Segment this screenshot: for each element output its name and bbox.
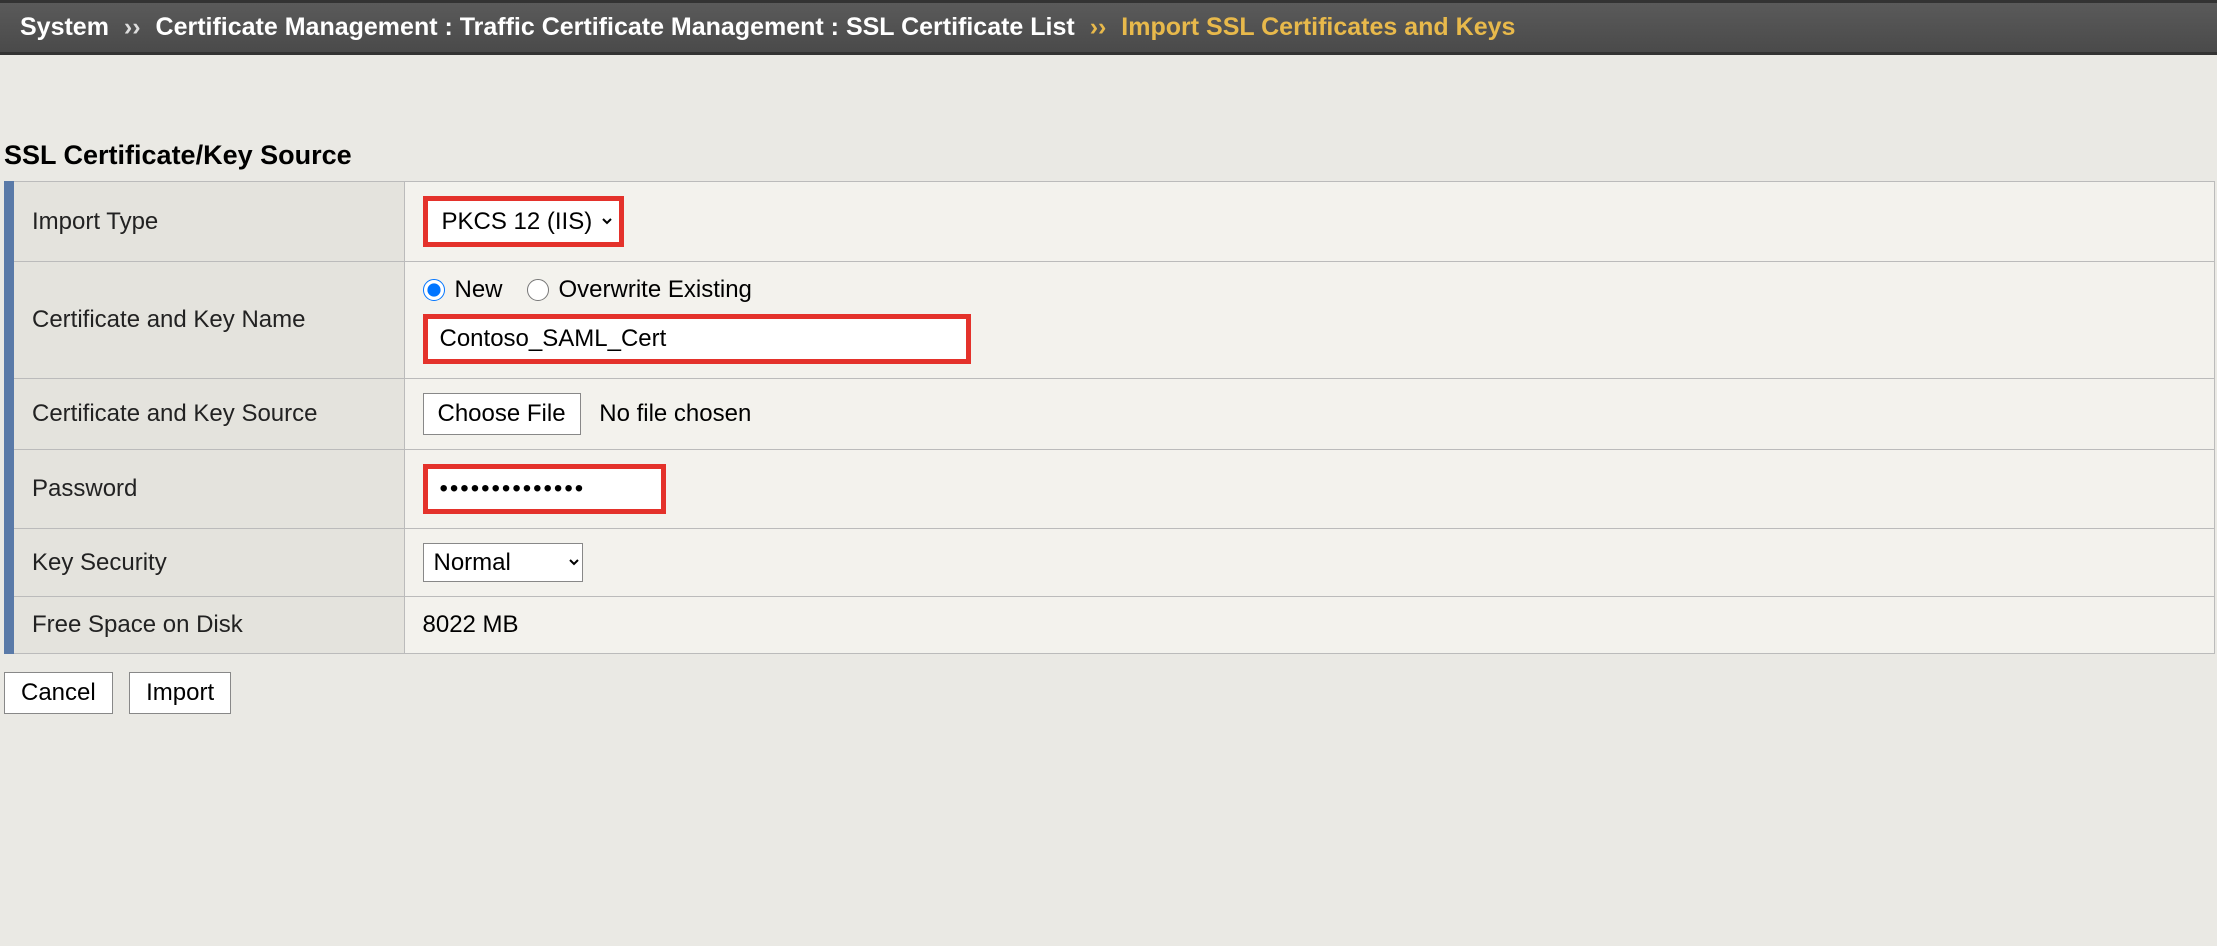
highlight-import-type: PKCS 12 (IIS) (423, 196, 624, 247)
breadcrumb-separator: ›› (1090, 13, 1107, 41)
radio-new[interactable] (423, 279, 445, 301)
section-title: SSL Certificate/Key Source (4, 140, 2217, 171)
highlight-cert-name (423, 314, 971, 364)
breadcrumb-path[interactable]: Certificate Management : Traffic Certifi… (156, 13, 1075, 41)
breadcrumb: System ›› Certificate Management : Traff… (0, 0, 2217, 55)
highlight-password (423, 464, 666, 514)
cert-name-radio-group: New Overwrite Existing (423, 276, 2197, 304)
breadcrumb-root[interactable]: System (20, 13, 109, 41)
breadcrumb-separator: ›› (124, 13, 141, 41)
import-button[interactable]: Import (129, 672, 231, 714)
label-free-space: Free Space on Disk (9, 597, 404, 654)
key-security-select[interactable]: Normal (423, 543, 583, 582)
cancel-button[interactable]: Cancel (4, 672, 113, 714)
label-cert-key-name: Certificate and Key Name (9, 262, 404, 379)
form-table: Import Type PKCS 12 (IIS) Certificate an… (4, 181, 2215, 654)
import-type-select[interactable]: PKCS 12 (IIS) (432, 203, 615, 240)
label-key-security: Key Security (9, 529, 404, 597)
free-space-value: 8022 MB (404, 597, 2215, 654)
cert-key-name-input[interactable] (432, 321, 962, 357)
action-bar: Cancel Import (0, 654, 2217, 732)
file-chosen-status: No file chosen (599, 400, 751, 427)
password-input[interactable] (432, 471, 657, 507)
choose-file-button[interactable]: Choose File (423, 393, 581, 435)
label-cert-key-source: Certificate and Key Source (9, 379, 404, 450)
radio-overwrite-label[interactable]: Overwrite Existing (559, 276, 752, 304)
label-password: Password (9, 450, 404, 529)
breadcrumb-current: Import SSL Certificates and Keys (1121, 13, 1515, 41)
radio-new-label[interactable]: New (455, 276, 503, 304)
radio-overwrite[interactable] (527, 279, 549, 301)
label-import-type: Import Type (9, 182, 404, 262)
